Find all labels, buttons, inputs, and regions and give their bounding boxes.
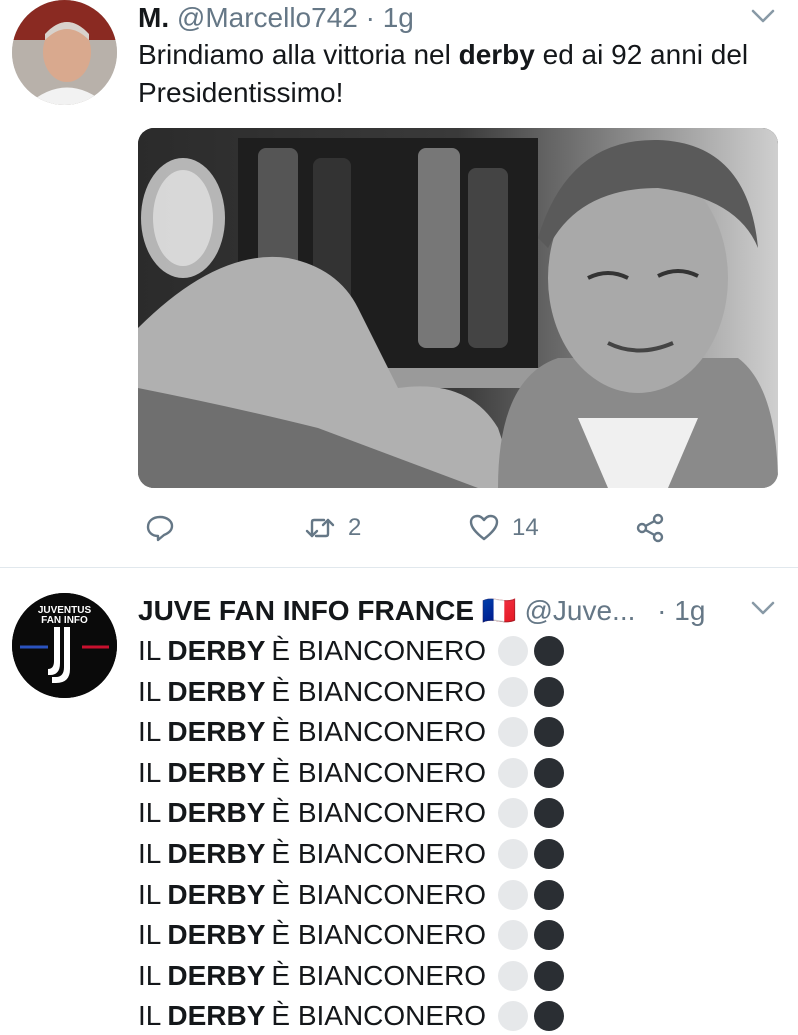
- black-circle-icon: [534, 636, 565, 666]
- white-circle-icon: [498, 636, 529, 666]
- black-circle-icon: [534, 920, 565, 951]
- black-circle-icon: [534, 1001, 565, 1032]
- white-circle-icon: [498, 676, 529, 707]
- black-circle-icon: [534, 676, 565, 707]
- line-prefix: IL: [138, 959, 162, 991]
- text-line: IL DERBY È BIANCONERO: [138, 754, 565, 792]
- line-bold: DERBY: [167, 919, 266, 951]
- avatar[interactable]: [12, 0, 117, 105]
- tweet-1[interactable]: M. @Marcello742 · 1g Brindiamo alla vitt…: [0, 0, 798, 568]
- line-prefix: IL: [138, 635, 162, 666]
- white-circle-icon: [498, 798, 529, 829]
- white-circle-icon: [498, 839, 529, 869]
- text-line: IL DERBY È BIANCONERO: [138, 916, 565, 954]
- like-count: 14: [512, 514, 539, 541]
- chevron-down-icon[interactable]: [750, 598, 776, 618]
- tweet-text-part: Brindiamo alla vittoria nel: [138, 39, 459, 70]
- line-prefix: IL: [138, 919, 162, 951]
- display-name[interactable]: JUVE FAN INFO FRANCE: [138, 595, 474, 626]
- black-circle-icon: [534, 757, 565, 788]
- tweet-text: Brindiamo alla vittoria nel derby ed ai …: [138, 36, 778, 112]
- line-suffix: È BIANCONERO: [271, 675, 487, 707]
- line-suffix: È BIANCONERO: [271, 756, 487, 788]
- white-circle-icon: [498, 717, 529, 748]
- timestamp[interactable]: 1g: [674, 595, 705, 626]
- avatar-photo-icon: [12, 0, 117, 105]
- share-icon: [636, 513, 664, 543]
- separator-dot: ·: [365, 2, 375, 33]
- text-line: IL DERBY È BIANCONERO: [138, 835, 565, 873]
- logo-text-line2: FAN INFO: [41, 615, 88, 626]
- text-line: IL DERBY È BIANCONERO: [138, 673, 565, 711]
- black-circle-icon: [534, 879, 565, 910]
- text-line: IL DERBY È BIANCONERO: [138, 876, 565, 914]
- handle[interactable]: @Marcello742: [177, 2, 358, 33]
- timestamp[interactable]: 1g: [383, 2, 414, 33]
- line-prefix: IL: [138, 1000, 162, 1032]
- line-suffix: È BIANCONERO: [271, 635, 487, 666]
- line-suffix: È BIANCONERO: [271, 878, 487, 910]
- share-button[interactable]: [634, 508, 666, 548]
- tweet-text-bold: derby: [458, 39, 535, 70]
- black-circle-icon: [534, 798, 565, 829]
- flag-icon: 🇫🇷: [481, 595, 517, 626]
- line-suffix: È BIANCONERO: [271, 959, 487, 991]
- line-suffix: È BIANCONERO: [271, 1000, 487, 1032]
- juventus-logo-icon: JUVENTUS FAN INFO: [12, 593, 117, 698]
- line-suffix: È BIANCONERO: [271, 797, 487, 829]
- text-line: IL DERBY È BIANCONERO: [138, 794, 565, 832]
- white-circle-icon: [498, 960, 529, 991]
- tweet-2[interactable]: JUVENTUS FAN INFO JUVE FAN INFO FRANCE 🇫…: [0, 569, 798, 1032]
- text-line: IL DERBY È BIANCONERO: [138, 997, 565, 1035]
- chevron-down-icon[interactable]: [750, 6, 776, 26]
- retweet-icon: [305, 518, 335, 538]
- line-bold: DERBY: [167, 838, 266, 869]
- line-suffix: È BIANCONERO: [271, 838, 487, 869]
- black-circle-icon: [534, 839, 565, 869]
- like-button[interactable]: 14: [468, 508, 539, 548]
- tweet-actions: 2 14: [138, 508, 778, 548]
- line-bold: DERBY: [167, 959, 266, 991]
- black-circle-icon: [534, 960, 565, 991]
- photo-image: [138, 128, 778, 488]
- retweet-count: 2: [348, 514, 362, 541]
- handle[interactable]: @Juve...: [524, 595, 635, 626]
- white-circle-icon: [498, 920, 529, 951]
- tweet-header: JUVE FAN INFO FRANCE 🇫🇷 @Juve... · 1g: [138, 594, 778, 630]
- line-prefix: IL: [138, 797, 162, 829]
- line-prefix: IL: [138, 756, 162, 788]
- reply-icon: [146, 515, 174, 542]
- text-line: IL DERBY È BIANCONERO: [138, 632, 565, 670]
- line-prefix: IL: [138, 838, 162, 869]
- line-prefix: IL: [138, 675, 162, 707]
- text-line: IL DERBY È BIANCONERO: [138, 713, 565, 751]
- line-bold: DERBY: [167, 675, 266, 707]
- line-prefix: IL: [138, 878, 162, 910]
- tweet-header: M. @Marcello742 · 1g: [138, 2, 778, 38]
- line-bold: DERBY: [167, 1000, 266, 1032]
- retweet-button[interactable]: 2: [304, 508, 361, 548]
- heart-icon: [469, 514, 499, 541]
- white-circle-icon: [498, 757, 529, 788]
- line-bold: DERBY: [167, 797, 266, 829]
- tweet-media[interactable]: [138, 128, 778, 488]
- line-suffix: È BIANCONERO: [271, 716, 487, 748]
- line-bold: DERBY: [167, 635, 266, 666]
- reply-button[interactable]: [144, 508, 176, 548]
- line-bold: DERBY: [167, 756, 266, 788]
- line-prefix: IL: [138, 716, 162, 748]
- black-circle-icon: [534, 717, 565, 748]
- avatar[interactable]: JUVENTUS FAN INFO: [12, 593, 117, 698]
- white-circle-icon: [498, 879, 529, 910]
- line-bold: DERBY: [167, 878, 266, 910]
- line-bold: DERBY: [167, 716, 266, 748]
- display-name[interactable]: M.: [138, 2, 169, 33]
- tweet-divider: [0, 567, 798, 568]
- text-line: IL DERBY È BIANCONERO: [138, 957, 565, 995]
- line-suffix: È BIANCONERO: [271, 919, 487, 951]
- white-circle-icon: [498, 1001, 529, 1032]
- separator-dot: ·: [657, 595, 667, 626]
